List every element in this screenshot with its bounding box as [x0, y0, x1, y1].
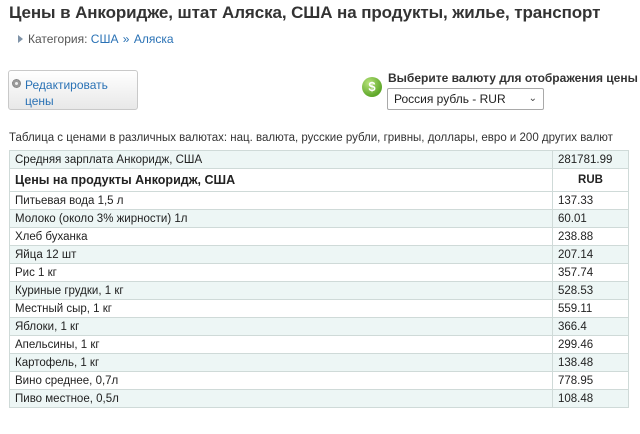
product-label: Куриные грудки, 1 кг: [9, 281, 553, 300]
product-price: 138.48: [552, 353, 629, 372]
table-row: Питьевая вода 1,5 л 137.33: [9, 191, 629, 210]
breadcrumb-link-usa[interactable]: США: [91, 32, 119, 46]
table-row: Рис 1 кг 357.74: [9, 263, 629, 282]
product-price: 559.11: [552, 299, 629, 318]
breadcrumb: Категория: США » Аляска: [18, 32, 174, 46]
table-caption: Таблица с ценами в различных валютах: на…: [9, 132, 613, 144]
breadcrumb-arrow-icon: [18, 35, 23, 43]
breadcrumb-link-alaska[interactable]: Аляска: [134, 32, 174, 46]
product-price: 366.4: [552, 317, 629, 336]
table-row: Пиво местное, 0,5л 108.48: [9, 389, 629, 408]
table-row: Местный сыр, 1 кг 559.11: [9, 299, 629, 318]
table-row: Картофель, 1 кг 138.48: [9, 353, 629, 372]
table-row: Апельсины, 1 кг 299.46: [9, 335, 629, 354]
product-label: Яйца 12 шт: [9, 245, 553, 264]
edit-prices-label-line2: цены: [25, 94, 54, 108]
currency-select[interactable]: Россия рубль - RUR ⌄: [387, 88, 544, 110]
dollar-coin-icon: $: [362, 77, 382, 97]
product-price: 778.95: [552, 371, 629, 390]
product-label: Яблоки, 1 кг: [9, 317, 553, 336]
product-price: 357.74: [552, 263, 629, 282]
salary-label: Средняя зарплата Анкоридж, США: [9, 150, 553, 169]
table-row: Яйца 12 шт 207.14: [9, 245, 629, 264]
chevron-down-icon: ⌄: [528, 93, 537, 104]
product-price: 60.01: [552, 209, 629, 228]
product-label: Местный сыр, 1 кг: [9, 299, 553, 318]
section-header-row: Цены на продукты Анкоридж, США RUB: [9, 168, 629, 192]
product-label: Пиво местное, 0,5л: [9, 389, 553, 408]
currency-select-label: Выберите валюту для отображения цены: [388, 71, 638, 85]
table-row: Хлеб буханка 238.88: [9, 227, 629, 246]
product-label: Вино среднее, 0,7л: [9, 371, 553, 390]
product-label: Питьевая вода 1,5 л: [9, 191, 553, 210]
product-price: 528.53: [552, 281, 629, 300]
product-price: 299.46: [552, 335, 629, 354]
product-price: 137.33: [552, 191, 629, 210]
section-header-currency: RUB: [552, 168, 629, 192]
gear-icon: [12, 79, 21, 88]
product-label: Рис 1 кг: [9, 263, 553, 282]
product-price: 108.48: [552, 389, 629, 408]
price-table: Средняя зарплата Анкоридж, США 281781.99…: [9, 150, 629, 408]
product-label: Картофель, 1 кг: [9, 353, 553, 372]
table-row: Молоко (около 3% жирности) 1л 60.01: [9, 209, 629, 228]
edit-prices-label-line1: Редактировать: [25, 78, 108, 92]
product-price: 207.14: [552, 245, 629, 264]
table-row: Вино среднее, 0,7л 778.95: [9, 371, 629, 390]
edit-prices-button[interactable]: Редактировать цены: [8, 70, 138, 110]
product-price: 238.88: [552, 227, 629, 246]
product-label: Молоко (около 3% жирности) 1л: [9, 209, 553, 228]
breadcrumb-separator: »: [122, 32, 130, 46]
salary-value: 281781.99: [552, 150, 629, 169]
breadcrumb-prefix: Категория:: [28, 32, 88, 46]
salary-row: Средняя зарплата Анкоридж, США 281781.99: [9, 150, 629, 169]
product-label: Хлеб буханка: [9, 227, 553, 246]
table-row: Куриные грудки, 1 кг 528.53: [9, 281, 629, 300]
table-row: Яблоки, 1 кг 366.4: [9, 317, 629, 336]
product-label: Апельсины, 1 кг: [9, 335, 553, 354]
section-header-label: Цены на продукты Анкоридж, США: [9, 168, 553, 192]
page-title: Цены в Анкоридже, штат Аляска, США на пр…: [9, 3, 601, 22]
currency-select-value: Россия рубль - RUR: [394, 92, 506, 106]
